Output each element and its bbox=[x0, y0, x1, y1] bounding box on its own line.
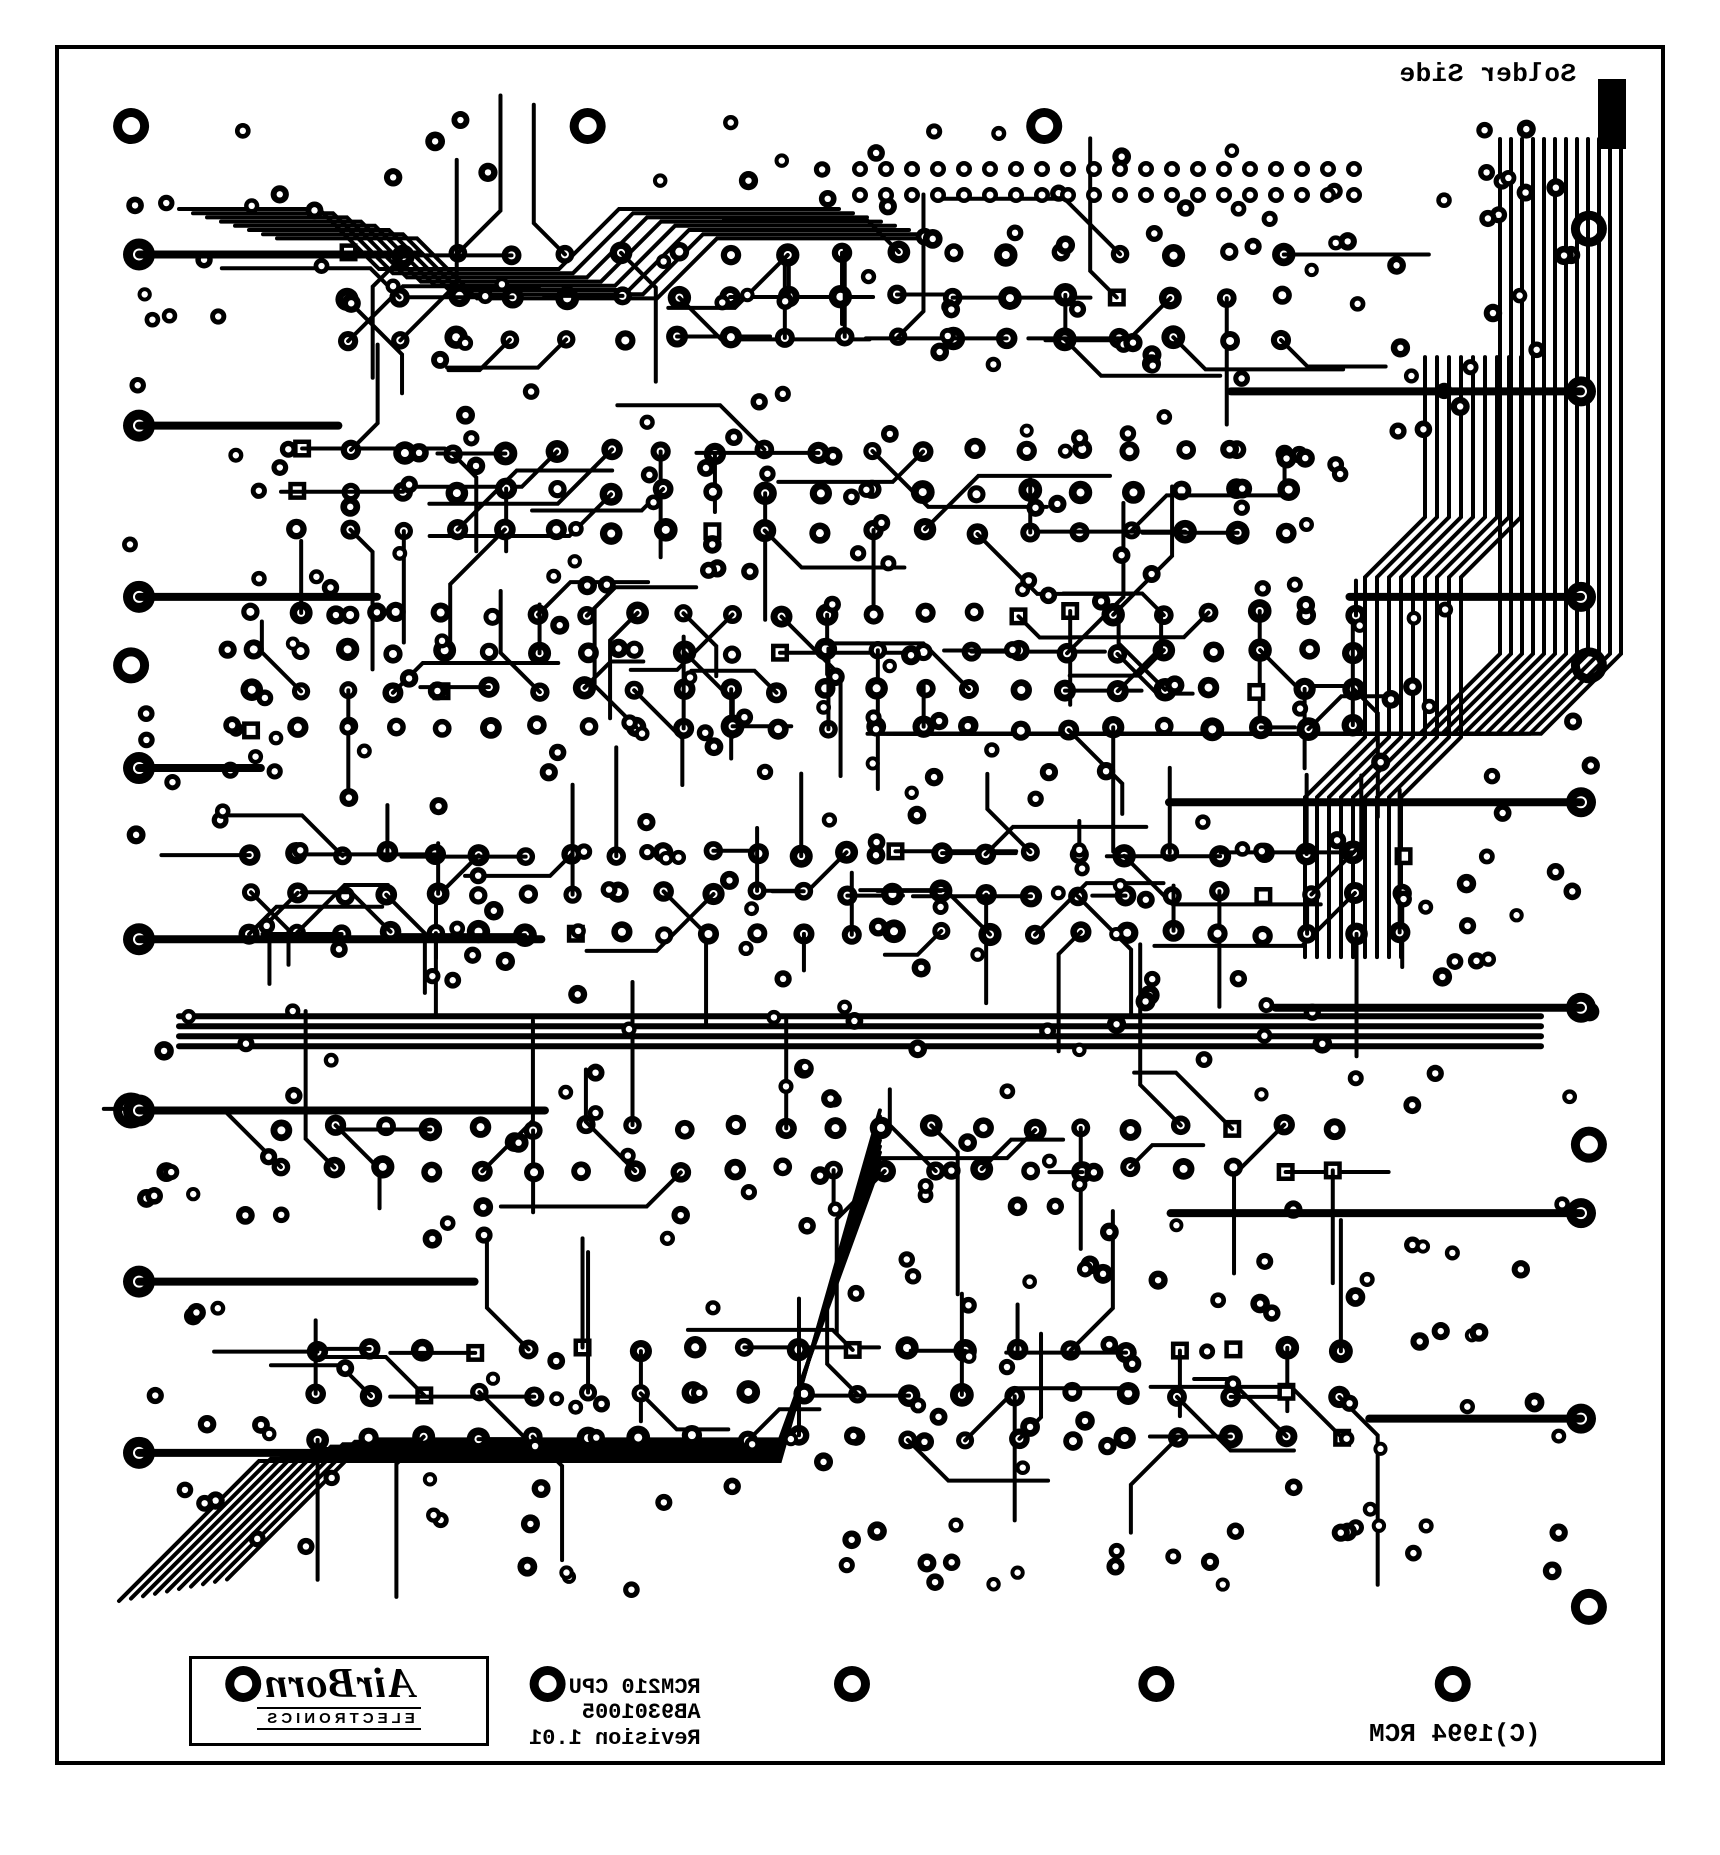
page-root: Solder Side (C)1994 RCM RCM210 CPU AB930… bbox=[0, 0, 1720, 1855]
pcb-solder-side-artwork: Solder Side (C)1994 RCM RCM210 CPU AB930… bbox=[55, 45, 1665, 1765]
copper-layer-svg bbox=[59, 49, 1661, 1761]
